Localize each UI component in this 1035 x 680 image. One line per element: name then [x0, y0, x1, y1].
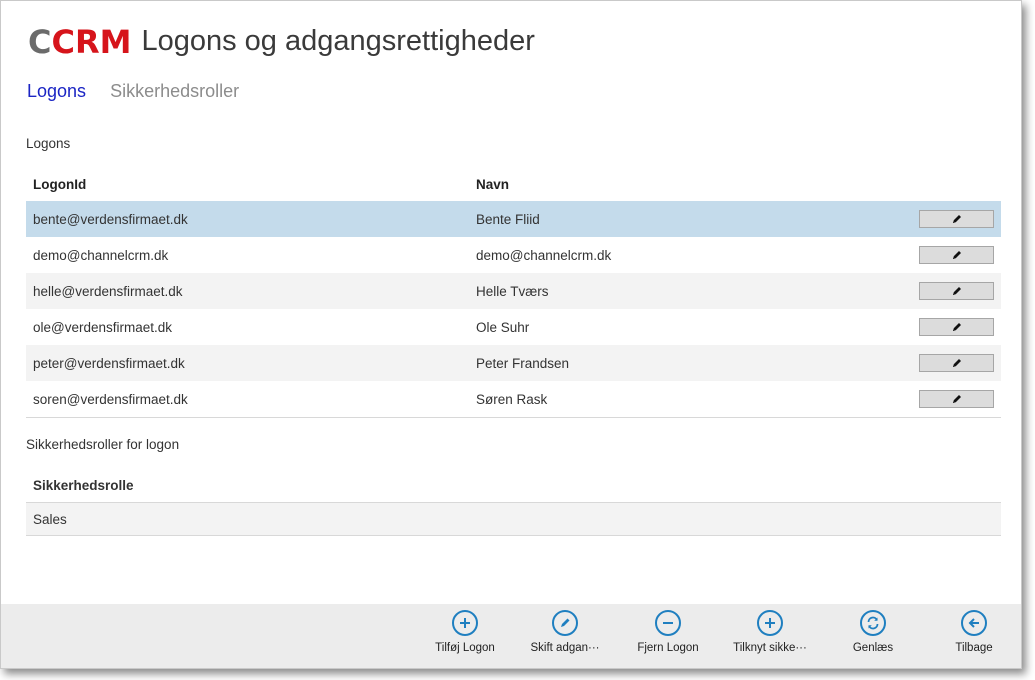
appbar-button-label: Fjern Logon	[637, 642, 699, 654]
table-row[interactable]: ole@verdensfirmaet.dk Ole Suhr	[26, 309, 1001, 345]
refresh-icon	[860, 610, 886, 636]
pencil-icon	[951, 357, 963, 369]
logonid-cell: demo@channelcrm.dk	[33, 247, 169, 263]
appbar-button-label: Skift adgan···	[530, 642, 600, 654]
edit-logon-button[interactable]	[919, 390, 994, 408]
appbar-button-label: Tilbage	[955, 642, 993, 654]
logonid-cell: soren@verdensfirmaet.dk	[33, 391, 188, 407]
logonid-cell: bente@verdensfirmaet.dk	[33, 211, 188, 227]
remove-logon-button[interactable]: Fjern Logon	[623, 610, 713, 654]
app-window: C CRM Logons og adgangsrettigheder Logons…	[0, 0, 1022, 669]
page-title: Logons og adgangsrettigheder	[141, 25, 535, 57]
back-button[interactable]: Tilbage	[929, 610, 1019, 654]
appbar-button-label: Tilføj Logon	[435, 642, 495, 654]
app-bar: Tilføj Logon Skift adgan··· Fjern Logon Til…	[1, 604, 1021, 668]
edit-logon-button[interactable]	[919, 246, 994, 264]
assign-role-button[interactable]: Tilknyt sikke···	[725, 610, 815, 654]
logons-table: LogonId Navn bente@verdensfirmaet.dk Bent…	[26, 167, 1001, 418]
navn-cell: Bente Fliid	[476, 211, 540, 227]
pencil-icon	[951, 249, 963, 261]
tab-sikkerhedsroller[interactable]: Sikkerhedsroller	[110, 81, 239, 102]
edit-logon-button[interactable]	[919, 282, 994, 300]
column-header-logonid: LogonId	[33, 176, 87, 192]
edit-logon-button[interactable]	[919, 318, 994, 336]
navn-cell: demo@channelcrm.dk	[476, 247, 612, 263]
navn-cell: Ole Suhr	[476, 319, 530, 335]
column-header-sikkerhedsrolle: Sikkerhedsrolle	[26, 468, 1001, 503]
logons-table-header: LogonId Navn	[26, 167, 1001, 201]
table-row[interactable]: bente@verdensfirmaet.dk Bente Fliid	[26, 201, 1001, 237]
reload-button[interactable]: Genlæs	[828, 610, 918, 654]
roles-section-label: Sikkerhedsroller for logon	[26, 437, 180, 452]
navn-cell: Peter Frandsen	[476, 355, 570, 371]
edit-logon-button[interactable]	[919, 354, 994, 372]
table-row[interactable]: soren@verdensfirmaet.dk Søren Rask	[26, 381, 1001, 417]
pencil-icon	[951, 393, 963, 405]
logons-section-label: Logons	[26, 136, 71, 151]
pencil-icon	[951, 321, 963, 333]
logonid-cell: helle@verdensfirmaet.dk	[33, 283, 183, 299]
pencil-icon	[951, 285, 963, 297]
nav-tabs: Logons Sikkerhedsroller	[27, 81, 239, 102]
table-row[interactable]: demo@channelcrm.dk demo@channelcrm.dk	[26, 237, 1001, 273]
tab-logons[interactable]: Logons	[27, 81, 86, 102]
logonid-cell: ole@verdensfirmaet.dk	[33, 319, 173, 335]
pencil-icon	[951, 213, 963, 225]
pencil-icon	[552, 610, 578, 636]
add-logon-button[interactable]: Tilføj Logon	[420, 610, 510, 654]
roles-table: Sikkerhedsrolle Sales	[26, 468, 1001, 536]
navn-cell: Søren Rask	[476, 391, 548, 407]
navn-cell: Helle Tværs	[476, 283, 549, 299]
appbar-button-label: Genlæs	[852, 642, 894, 654]
logo-c: C	[28, 22, 52, 61]
table-row[interactable]: peter@verdensfirmaet.dk Peter Frandsen	[26, 345, 1001, 381]
edit-logon-button[interactable]	[919, 210, 994, 228]
column-header-navn: Navn	[476, 176, 510, 192]
role-row[interactable]: Sales	[26, 503, 1001, 536]
logonid-cell: peter@verdensfirmaet.dk	[33, 355, 185, 371]
appbar-button-label: Tilknyt sikke···	[733, 642, 807, 654]
change-access-button[interactable]: Skift adgan···	[520, 610, 610, 654]
plus-icon	[757, 610, 783, 636]
page-header: C CRM Logons og adgangsrettigheder	[28, 25, 535, 58]
minus-icon	[655, 610, 681, 636]
ccrm-logo: C CRM	[28, 26, 131, 58]
back-arrow-icon	[961, 610, 987, 636]
plus-icon	[452, 610, 478, 636]
table-row[interactable]: helle@verdensfirmaet.dk Helle Tværs	[26, 273, 1001, 309]
logo-crm: CRM	[51, 22, 132, 61]
